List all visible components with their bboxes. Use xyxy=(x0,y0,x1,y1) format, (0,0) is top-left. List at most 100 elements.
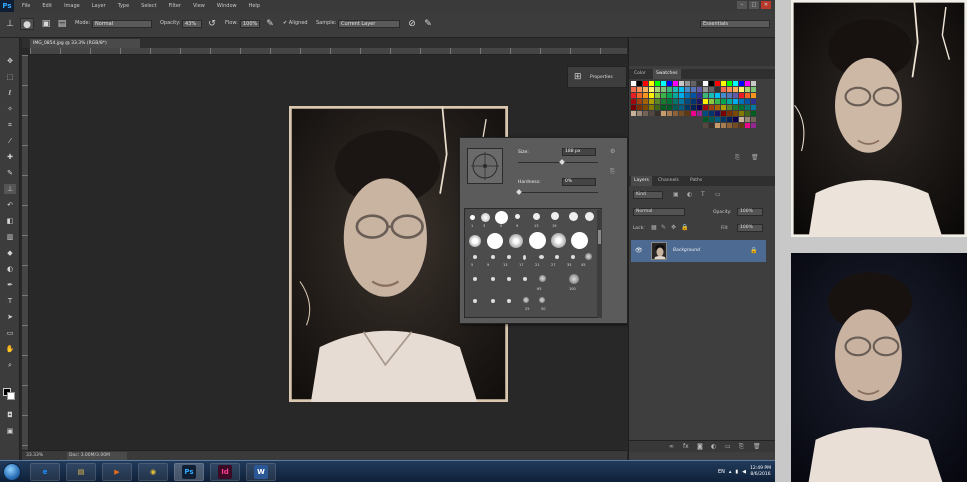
color-swatch[interactable] xyxy=(673,87,678,92)
clock[interactable]: 12:49 PM 8/6/2016 xyxy=(750,466,771,478)
color-swatch[interactable] xyxy=(685,81,690,86)
color-swatch[interactable] xyxy=(643,105,648,110)
color-swatch[interactable] xyxy=(697,93,702,98)
color-swatch[interactable] xyxy=(733,81,738,86)
dodge-tool-icon[interactable]: ◐ xyxy=(4,264,16,274)
tab-swatches[interactable]: Swatches xyxy=(653,69,681,79)
layer-row[interactable]: 👁 Background 🔒 xyxy=(631,240,766,262)
color-swatch[interactable] xyxy=(715,117,720,122)
color-swatch[interactable] xyxy=(733,99,738,104)
sample-select[interactable]: Current Layer xyxy=(338,20,400,28)
color-swatch[interactable] xyxy=(721,117,726,122)
color-swatch[interactable] xyxy=(697,105,702,110)
toggle-brush-panel-icon[interactable]: ▣ xyxy=(40,18,52,30)
color-swatch[interactable] xyxy=(667,93,672,98)
color-swatch[interactable] xyxy=(661,105,666,110)
document-tab[interactable]: IMG_0854.jpg @ 33.3% (RGB/8*) xyxy=(30,39,140,48)
brush-tip[interactable] xyxy=(533,213,540,220)
brush-tip[interactable] xyxy=(551,212,559,220)
new-swatch-icon[interactable]: ⎘ xyxy=(735,154,740,162)
color-swatch[interactable] xyxy=(691,105,696,110)
blend-mode-select[interactable]: Normal xyxy=(633,208,685,216)
brush-tip[interactable] xyxy=(539,297,545,303)
tab-channels[interactable]: Channels xyxy=(655,176,682,186)
color-swatch[interactable] xyxy=(751,105,756,110)
airbrush-icon[interactable]: ✎ xyxy=(264,18,276,30)
color-swatch[interactable] xyxy=(667,105,672,110)
brush-tip[interactable] xyxy=(470,215,475,220)
aligned-checkbox[interactable]: ✔ Aligned xyxy=(283,20,308,26)
brush-tip[interactable] xyxy=(569,274,579,284)
color-swatch[interactable] xyxy=(691,99,696,104)
color-swatch[interactable] xyxy=(733,123,738,128)
brush-tip[interactable] xyxy=(491,277,495,281)
color-swatch[interactable] xyxy=(715,87,720,92)
brush-gear-icon[interactable]: ⚙ xyxy=(610,148,615,155)
color-swatch[interactable] xyxy=(745,111,750,116)
color-swatch[interactable] xyxy=(739,87,744,92)
menu-image[interactable]: Image xyxy=(64,3,80,9)
color-swatch[interactable] xyxy=(649,81,654,86)
color-swatch[interactable] xyxy=(721,105,726,110)
brush-tip[interactable] xyxy=(539,275,546,282)
color-swatch[interactable] xyxy=(679,81,684,86)
brush-tip[interactable] xyxy=(507,299,511,303)
color-swatch[interactable] xyxy=(679,87,684,92)
color-swatch[interactable] xyxy=(631,105,636,110)
color-swatch[interactable] xyxy=(661,111,666,116)
color-swatch[interactable] xyxy=(745,99,750,104)
color-swatch[interactable] xyxy=(649,99,654,104)
brush-tip[interactable] xyxy=(529,232,546,249)
link-layers-icon[interactable]: ∞ xyxy=(669,443,674,450)
taskbar-chrome-button[interactable]: ◉ xyxy=(138,463,168,481)
color-swatch[interactable] xyxy=(643,93,648,98)
color-swatch[interactable] xyxy=(715,99,720,104)
color-swatch[interactable] xyxy=(709,99,714,104)
brush-tip[interactable] xyxy=(523,277,527,281)
color-swatch[interactable] xyxy=(661,99,666,104)
color-swatch[interactable] xyxy=(721,87,726,92)
zoom-tool-icon[interactable]: ⌕ xyxy=(4,360,16,370)
brush-tip[interactable] xyxy=(491,255,495,259)
vertical-ruler[interactable] xyxy=(22,55,29,450)
pressure-size-icon[interactable]: ✎ xyxy=(422,18,434,30)
color-swatch[interactable] xyxy=(715,111,720,116)
size-slider[interactable] xyxy=(518,162,598,163)
start-button[interactable] xyxy=(3,463,21,481)
color-swatch[interactable] xyxy=(685,99,690,104)
color-swatch[interactable] xyxy=(703,123,708,128)
pen-tool-icon[interactable]: ✒ xyxy=(4,280,16,290)
color-swatch[interactable] xyxy=(655,99,660,104)
shape-tool-icon[interactable]: ▭ xyxy=(4,328,16,338)
filter-shape-icon[interactable]: ▭ xyxy=(715,191,721,198)
brush-preset-picker-icon[interactable]: ● xyxy=(20,18,34,30)
taskbar-ie-button[interactable]: e xyxy=(30,463,60,481)
color-swatch[interactable] xyxy=(751,93,756,98)
hand-tool-icon[interactable]: ✋ xyxy=(4,344,16,354)
color-swatch[interactable] xyxy=(643,87,648,92)
color-swatch[interactable] xyxy=(709,123,714,128)
brush-tip[interactable] xyxy=(585,212,594,221)
color-swatch[interactable] xyxy=(727,111,732,116)
color-swatch[interactable] xyxy=(679,99,684,104)
color-swatch[interactable] xyxy=(751,123,756,128)
color-swatch[interactable] xyxy=(727,123,732,128)
taskbar-explorer-button[interactable]: ▤ xyxy=(66,463,96,481)
toggle-clone-source-icon[interactable]: ▤ xyxy=(56,18,68,30)
color-swatch[interactable] xyxy=(751,81,756,86)
move-tool-icon[interactable]: ✥ xyxy=(4,56,16,66)
color-swatch[interactable] xyxy=(739,117,744,122)
filter-type-icon[interactable]: T xyxy=(701,191,705,198)
layer-filter-kind[interactable]: Kind xyxy=(633,191,663,199)
color-swatch[interactable] xyxy=(655,87,660,92)
color-swatch[interactable] xyxy=(637,81,642,86)
path-select-tool-icon[interactable]: ➤ xyxy=(4,312,16,322)
color-swatch[interactable] xyxy=(655,93,660,98)
color-swatch[interactable] xyxy=(721,111,726,116)
color-swatch[interactable] xyxy=(709,105,714,110)
tray-arrow-icon[interactable]: ▴ xyxy=(729,469,732,475)
color-swatch[interactable] xyxy=(649,111,654,116)
color-swatch[interactable] xyxy=(745,117,750,122)
color-swatch[interactable] xyxy=(703,87,708,92)
brush-tip[interactable] xyxy=(507,277,511,281)
